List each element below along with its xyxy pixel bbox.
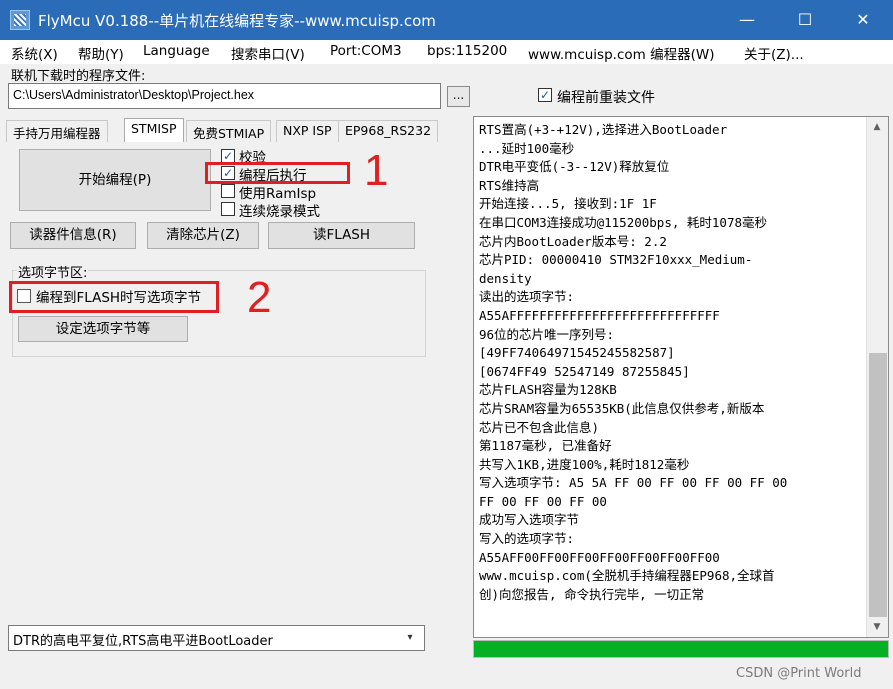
tab-ep968[interactable]: EP968_RS232 [338, 120, 439, 142]
log-line: DTR电平变低(-3--12V)释放复位 [479, 159, 670, 175]
use-ramisp-checkbox[interactable] [221, 184, 235, 198]
menu-help[interactable]: 帮助(Y) [78, 43, 124, 63]
progress-bar-fill [474, 641, 888, 657]
menu-baud[interactable]: bps:115200 [427, 43, 507, 59]
file-label: 联机下载时的程序文件: [11, 69, 146, 84]
log-line: RTS维持高 [479, 177, 540, 193]
log-line: A55AFFFFFFFFFFFFFFFFFFFFFFFFFFFF [479, 307, 720, 323]
menu-search-port[interactable]: 搜索串口(V) [231, 43, 305, 63]
log-line: 创)向您报告, 命令执行完毕, 一切正常 [479, 586, 705, 602]
tab-handheld[interactable]: 手持万用编程器 [6, 120, 108, 142]
title-bar[interactable]: FlyMcu V0.188--单片机在线编程专家--www.mcuisp.com… [0, 0, 893, 40]
close-button[interactable]: ✕ [834, 0, 892, 40]
stmisp-panel [6, 142, 468, 612]
log-output[interactable]: RTS置高(+3-+12V),选择进入BootLoader ...延时100毫秒 D… [473, 116, 889, 638]
log-line: 在串口COM3连接成功@115200bps, 耗时1078毫秒 [479, 214, 768, 230]
continuous-mode-label: 连续烧录模式 [239, 204, 320, 220]
tab-nxp-isp[interactable]: NXP ISP [276, 120, 339, 142]
log-line: RTS置高(+3-+12V),选择进入BootLoader [479, 122, 728, 137]
tab-stmiap[interactable]: 免费STMIAP [186, 120, 272, 142]
bootloader-mode-select[interactable]: DTR的高电平复位,RTS高电平进BootLoader [8, 625, 425, 651]
annotation-number-2: 2 [247, 273, 272, 322]
log-line: 第1187毫秒, 已准备好 [479, 438, 612, 454]
menu-language[interactable]: Language [143, 43, 210, 59]
menu-bar: 系统(X) 帮助(Y) Language 搜索串口(V) Port:COM3 b… [0, 40, 893, 64]
annotation-box-1 [205, 162, 350, 184]
log-line: 芯片PID: 00000410 STM32F10xxx_Medium- [479, 252, 753, 268]
verify-checkbox[interactable]: ✓ [221, 149, 235, 163]
annotation-number-1: 1 [364, 146, 389, 195]
clear-chip-button[interactable]: 清除芯片(Z) [147, 222, 259, 249]
read-device-info-button[interactable]: 读器件信息(R) [10, 222, 136, 249]
scroll-up-icon[interactable]: ▲ [866, 117, 888, 137]
browse-button[interactable]: ... [447, 86, 470, 107]
maximize-button[interactable]: ☐ [776, 0, 834, 40]
log-scroll-thumb[interactable] [869, 353, 887, 617]
log-lines: RTS置高(+3-+12V),选择进入BootLoader ...延时100毫秒 D… [479, 121, 867, 604]
option-bytes-group-label: 选项字节区: [17, 262, 89, 281]
log-line: 芯片FLASH容量为128KB [479, 382, 617, 398]
use-ramisp-label: 使用RamIsp [239, 186, 317, 202]
start-program-button[interactable]: 开始编程(P) [19, 149, 211, 211]
log-line: 芯片已不包含此信息) [479, 419, 600, 435]
log-line: 成功写入选项字节 [479, 512, 580, 528]
file-path-input[interactable]: C:\Users\Administrator\Desktop\Project.h… [8, 83, 441, 109]
log-line: www.mcuisp.com(全脱机手持编程器EP968,全球首 [479, 568, 775, 584]
menu-port[interactable]: Port:COM3 [330, 43, 402, 59]
reload-file-checkbox[interactable]: ✓ [538, 88, 552, 102]
app-icon [10, 10, 30, 30]
log-line: 芯片内BootLoader版本号: 2.2 [479, 233, 667, 249]
annotation-box-2 [9, 281, 219, 313]
log-line: [49FF74064971545245582587] [479, 345, 675, 361]
chevron-down-icon[interactable]: ▾ [403, 630, 417, 646]
scroll-down-icon[interactable]: ▼ [866, 617, 888, 637]
tab-stmisp[interactable]: STMISP [124, 118, 184, 143]
log-line: 96位的芯片唯一序列号: [479, 326, 615, 342]
window-title: FlyMcu V0.188--单片机在线编程专家--www.mcuisp.com [38, 12, 436, 30]
read-flash-button[interactable]: 读FLASH [268, 222, 415, 249]
continuous-mode-checkbox[interactable] [221, 202, 235, 216]
log-line: 读出的选项字节: [479, 289, 575, 305]
log-line: 开始连接...5, 接收到:1F 1F [479, 196, 657, 212]
menu-about[interactable]: 关于(Z)... [744, 43, 804, 63]
menu-system[interactable]: 系统(X) [11, 43, 58, 63]
log-line: ...延时100毫秒 [479, 140, 575, 156]
log-line: A55AFF00FF00FF00FF00FF00FF00FF00 [479, 549, 720, 565]
reload-file-label: 编程前重装文件 [557, 90, 655, 106]
log-line: 共写入1KB,进度100%,耗时1812毫秒 [479, 456, 690, 472]
log-line: FF 00 FF 00 FF 00 [479, 493, 607, 509]
log-line: 写入选项字节: A5 5A FF 00 FF 00 FF 00 FF 00 [479, 475, 788, 491]
log-line: density [479, 270, 532, 286]
log-line: 写入的选项字节: [479, 531, 575, 547]
watermark: CSDN @Print World [736, 666, 862, 681]
log-line: [0674FF49 52547149 87255845] [479, 363, 690, 379]
menu-programmer[interactable]: www.mcuisp.com 编程器(W) [528, 43, 714, 63]
log-line: 芯片SRAM容量为65535KB(此信息仅供参考,新版本 [479, 400, 765, 416]
minimize-button[interactable]: — [718, 0, 776, 40]
set-option-bytes-button[interactable]: 设定选项字节等 [18, 316, 188, 342]
